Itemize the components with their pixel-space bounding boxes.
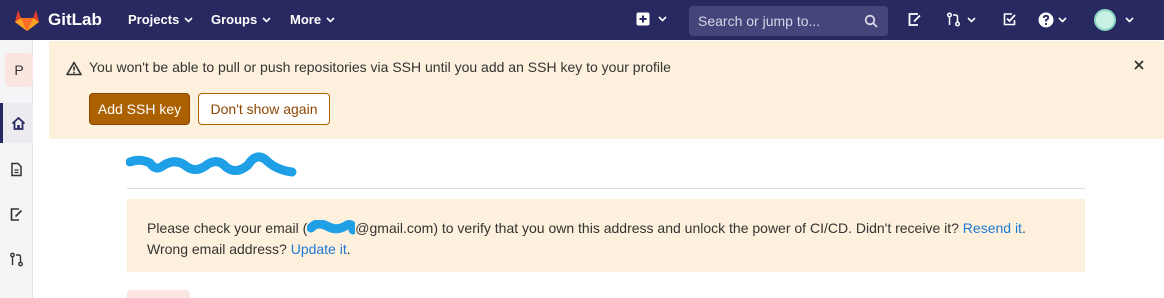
email-domain: @gmail.com (355, 220, 434, 236)
nav-more-dropdown[interactable]: More (290, 12, 335, 27)
wrong-email-text: Wrong email address? (147, 241, 287, 257)
gitlab-tanuki-icon (15, 10, 39, 31)
brand-name: GitLab (48, 10, 102, 29)
ssh-key-warning-banner: You won't be able to pull or push reposi… (49, 41, 1164, 139)
merge-request-icon (10, 252, 23, 266)
help-icon (1038, 12, 1054, 28)
nav-groups-label: Groups (211, 12, 258, 27)
dont-show-again-button[interactable]: Don't show again (198, 93, 330, 125)
warning-icon (66, 61, 82, 76)
sidebar-item-issues[interactable] (0, 194, 33, 234)
merge-request-icon (946, 12, 961, 27)
issues-icon (10, 207, 23, 221)
merge-requests-dropdown[interactable] (946, 12, 976, 27)
redacted-username (126, 152, 297, 177)
divider (127, 188, 1085, 189)
left-sidebar: P (0, 40, 33, 298)
sidebar-item-merge-requests[interactable] (0, 239, 33, 279)
close-icon[interactable] (1132, 58, 1146, 72)
new-item-dropdown[interactable] (636, 12, 667, 26)
top-navbar: GitLab Projects Groups More (0, 0, 1164, 40)
help-dropdown[interactable] (1038, 12, 1067, 28)
nav-projects-label: Projects (128, 12, 180, 27)
plus-square-icon (636, 12, 650, 26)
add-ssh-key-button[interactable]: Add SSH key (89, 93, 190, 125)
issues-icon (908, 13, 921, 26)
search-box[interactable] (689, 6, 888, 36)
update-email-link[interactable]: Update it (291, 241, 347, 257)
nav-projects-dropdown[interactable]: Projects (128, 12, 193, 27)
chevron-down-icon (967, 16, 976, 23)
gitlab-logo[interactable]: GitLab (14, 8, 102, 32)
email-alert-body: ) to verify that you own this address an… (433, 220, 959, 236)
chevron-down-icon (1058, 17, 1067, 23)
chevron-down-icon (1125, 17, 1134, 23)
chevron-down-icon (326, 16, 335, 23)
sidebar-item-repository[interactable] (0, 149, 33, 189)
chevron-down-icon (184, 16, 193, 23)
search-icon[interactable] (864, 14, 878, 28)
resend-period: . (1021, 220, 1026, 236)
todos-nav-button[interactable] (1002, 12, 1017, 27)
project-avatar[interactable]: P (5, 53, 33, 87)
home-icon (11, 116, 25, 130)
update-period: . (346, 241, 351, 257)
resend-link[interactable]: Resend it (963, 220, 1022, 236)
nav-groups-dropdown[interactable]: Groups (211, 12, 271, 27)
email-verification-alert: Please check your email ( @gmail.com) to … (127, 199, 1085, 272)
todo-check-icon (1003, 13, 1016, 26)
email-alert-prefix: Please check your email ( (147, 220, 308, 236)
issues-nav-button[interactable] (907, 12, 922, 27)
document-icon (11, 162, 22, 176)
avatar (1094, 9, 1116, 31)
nav-more-label: More (290, 12, 322, 27)
chevron-down-icon (658, 16, 667, 22)
user-menu-dropdown[interactable] (1094, 9, 1134, 31)
page: GitLab Projects Groups More Search or ju… (0, 0, 1164, 298)
project-avatar-partial (127, 290, 190, 298)
chevron-down-icon (262, 16, 271, 23)
sidebar-item-project-overview[interactable] (0, 103, 33, 143)
ssh-warning-message: You won't be able to pull or push reposi… (89, 59, 671, 75)
redacted-email (306, 219, 358, 236)
search-input[interactable] (698, 13, 858, 29)
